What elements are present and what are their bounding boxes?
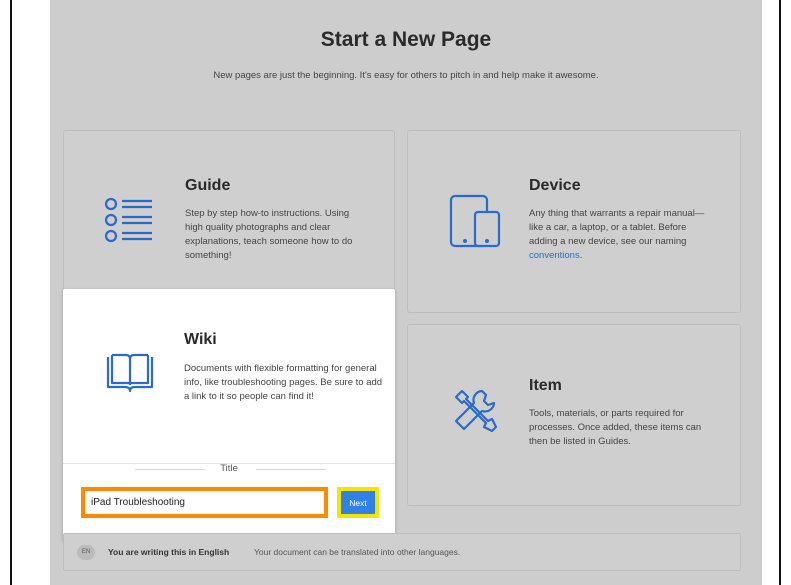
page-title: Start a New Page: [320, 28, 492, 51]
new-page-panel: Start a New Page New pages are just the …: [50, 0, 762, 585]
title-input[interactable]: [85, 491, 324, 514]
language-badge[interactable]: EN: [77, 545, 95, 560]
book-icon: [106, 353, 154, 393]
wiki-card[interactable]: Wiki Documents with flexible formatting …: [63, 289, 395, 541]
conventions-link[interactable]: conventions: [529, 250, 580, 261]
title-input-wrapper: [81, 487, 328, 518]
device-description: Any thing that warrants a repair manual—…: [529, 208, 705, 261]
next-button[interactable]: Next: [341, 491, 375, 514]
tools-icon: [454, 389, 498, 433]
item-description: Tools, materials, or parts required for …: [529, 408, 702, 447]
item-title: Item: [529, 377, 562, 394]
wiki-description: Documents with flexible formatting for g…: [184, 363, 383, 402]
title-field-label: Title: [220, 463, 238, 474]
devices-icon: [449, 194, 501, 248]
wiki-title: Wiki: [184, 331, 217, 348]
page-subtitle: New pages are just the beginning. It's e…: [213, 70, 599, 81]
device-card[interactable]: Device Any thing that warrants a repair …: [407, 130, 741, 313]
list-icon: [104, 197, 152, 243]
next-button-wrapper: Next: [337, 487, 379, 518]
screenshot-frame: Start a New Page New pages are just the …: [10, 0, 781, 585]
guide-title: Guide: [185, 177, 231, 194]
language-bar: EN You are writing this in English Your …: [63, 533, 741, 571]
language-status: You are writing this in English: [108, 547, 230, 557]
device-title: Device: [529, 177, 581, 194]
guide-description: Step by step how-to instructions. Using …: [185, 208, 353, 261]
item-card[interactable]: Item Tools, materials, or parts required…: [407, 324, 741, 506]
language-description: Your document can be translated into oth…: [254, 547, 461, 557]
guide-card[interactable]: Guide Step by step how-to instructions. …: [63, 130, 395, 313]
